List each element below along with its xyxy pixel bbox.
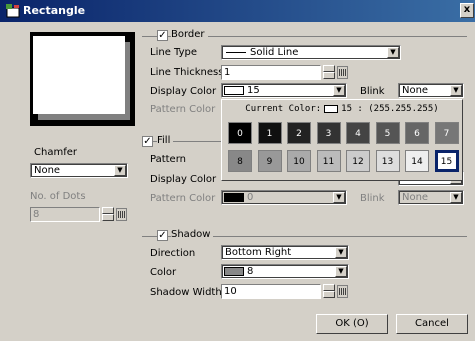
fill-checkbox[interactable]: ✓	[142, 136, 153, 147]
line-type-select[interactable]: Solid Line ▼	[221, 45, 401, 60]
shadow-width-spinner[interactable]	[323, 284, 335, 299]
color-cell-5[interactable]: 5	[375, 122, 400, 144]
color-cell-12[interactable]: 12	[346, 150, 370, 172]
color-cell-6[interactable]: 6	[405, 122, 429, 144]
color-cell-2[interactable]: 2	[287, 122, 311, 144]
color-swatch	[224, 193, 244, 202]
preview-shape	[33, 36, 125, 114]
border-display-color-select[interactable]: 15 ▼	[221, 83, 347, 98]
line-thickness-value: 1	[224, 67, 231, 78]
shape-preview	[30, 32, 135, 126]
shadow-direction-label: Direction	[150, 248, 196, 259]
border-blink-label: Blink	[360, 86, 385, 97]
chevron-down-icon: ▼	[333, 192, 345, 203]
line-thickness-label: Line Thickness	[150, 67, 224, 78]
color-cell-8[interactable]: 8	[228, 150, 252, 172]
chevron-down-icon: ▼	[450, 192, 462, 203]
fill-pattern-label: Pattern	[150, 154, 186, 165]
current-color-label: Current Color:	[245, 104, 322, 114]
color-cell-10[interactable]: 10	[287, 150, 311, 172]
solid-line-icon	[226, 52, 246, 53]
chevron-down-icon: ▼	[114, 165, 126, 176]
color-cell-9[interactable]: 9	[257, 150, 282, 172]
color-cell-1[interactable]: 1	[257, 122, 282, 144]
color-cell-15[interactable]: 15	[434, 150, 459, 172]
color-cell-11[interactable]: 11	[316, 150, 341, 172]
shadow-direction-value: Bottom Right	[225, 247, 292, 258]
dots-spinner[interactable]	[102, 207, 114, 222]
fill-blink2-select[interactable]: None ▼	[398, 190, 464, 205]
line-thickness-input[interactable]: 1	[221, 65, 321, 80]
color-cell-4[interactable]: 4	[346, 122, 370, 144]
keypad-icon[interactable]	[337, 285, 348, 298]
cancel-button[interactable]: Cancel	[396, 314, 468, 334]
close-button[interactable]: x	[460, 3, 474, 18]
fill-blink-label: Blink	[360, 193, 385, 204]
shadow-width-label: Shadow Width	[150, 287, 222, 298]
ok-button[interactable]: OK (O)	[316, 314, 388, 334]
line-type-label: Line Type	[150, 47, 197, 58]
rectangle-app-icon	[6, 4, 20, 18]
chevron-down-icon: ▼	[335, 266, 347, 277]
fill-display-color-label: Display Color	[150, 174, 217, 185]
chevron-down-icon: ▼	[450, 85, 462, 96]
border-blink-value: None	[402, 85, 429, 96]
dots-label: No. of Dots	[30, 191, 86, 202]
chevron-down-icon: ▼	[333, 85, 345, 96]
fill-group-line	[142, 141, 222, 142]
dots-input[interactable]: 8	[30, 207, 100, 222]
color-swatch	[224, 86, 244, 95]
fill-pattern-color-value: 0	[247, 192, 254, 203]
border-display-color-label: Display Color	[150, 86, 217, 97]
shadow-color-select[interactable]: 8 ▼	[221, 264, 349, 279]
chevron-down-icon: ▼	[335, 247, 347, 258]
chamfer-value: None	[34, 165, 61, 176]
dots-value: 8	[33, 209, 40, 220]
line-thickness-spinner[interactable]	[323, 65, 335, 80]
current-color-swatch	[324, 104, 339, 113]
shadow-color-value: 8	[247, 266, 254, 277]
border-display-color-value: 15	[247, 85, 260, 96]
color-cell-13[interactable]: 13	[375, 150, 400, 172]
border-blink-select[interactable]: None ▼	[398, 83, 464, 98]
current-color-readout: Current Color: 15 : (255.255.255)	[222, 104, 462, 114]
color-cell-14[interactable]: 14	[405, 150, 429, 172]
color-cell-7[interactable]: 7	[434, 122, 459, 144]
shadow-width-value: 10	[224, 286, 237, 297]
shadow-color-label: Color	[150, 267, 177, 278]
fill-group-label: Fill	[157, 135, 174, 146]
title-bar: Rectangle x	[0, 0, 475, 22]
shadow-direction-select[interactable]: Bottom Right ▼	[221, 245, 349, 260]
shadow-width-input[interactable]: 10	[221, 284, 321, 299]
fill-pattern-color-select[interactable]: 0 ▼	[221, 190, 347, 205]
color-cell-3[interactable]: 3	[316, 122, 341, 144]
fill-pattern-color-label: Pattern Color	[150, 193, 216, 204]
window-title: Rectangle	[23, 4, 86, 17]
border-checkbox[interactable]: ✓	[157, 30, 168, 41]
keypad-icon[interactable]	[337, 66, 348, 79]
close-icon: x	[463, 4, 471, 15]
color-swatch	[224, 267, 244, 276]
chevron-down-icon: ▼	[387, 47, 399, 58]
fill-blink2-value: None	[402, 192, 429, 203]
shadow-checkbox[interactable]: ✓	[157, 230, 168, 241]
current-color-value: 15 : (255.255.255)	[341, 104, 439, 114]
shadow-group-label: Shadow	[171, 229, 214, 240]
rectangle-dialog: Rectangle x Chamfer None ▼ No. of Dots 8…	[0, 0, 475, 341]
color-palette-popup: Current Color: 15 : (255.255.255) 0123456…	[221, 99, 463, 181]
chamfer-select[interactable]: None ▼	[30, 163, 128, 178]
line-type-value: Solid Line	[250, 47, 299, 58]
color-cell-0[interactable]: 0	[228, 122, 252, 144]
chamfer-label: Chamfer	[34, 147, 77, 158]
border-pattern-color-label: Pattern Color	[150, 104, 216, 115]
border-group-label: Border	[171, 29, 208, 40]
dots-keypad-icon[interactable]	[116, 208, 127, 221]
